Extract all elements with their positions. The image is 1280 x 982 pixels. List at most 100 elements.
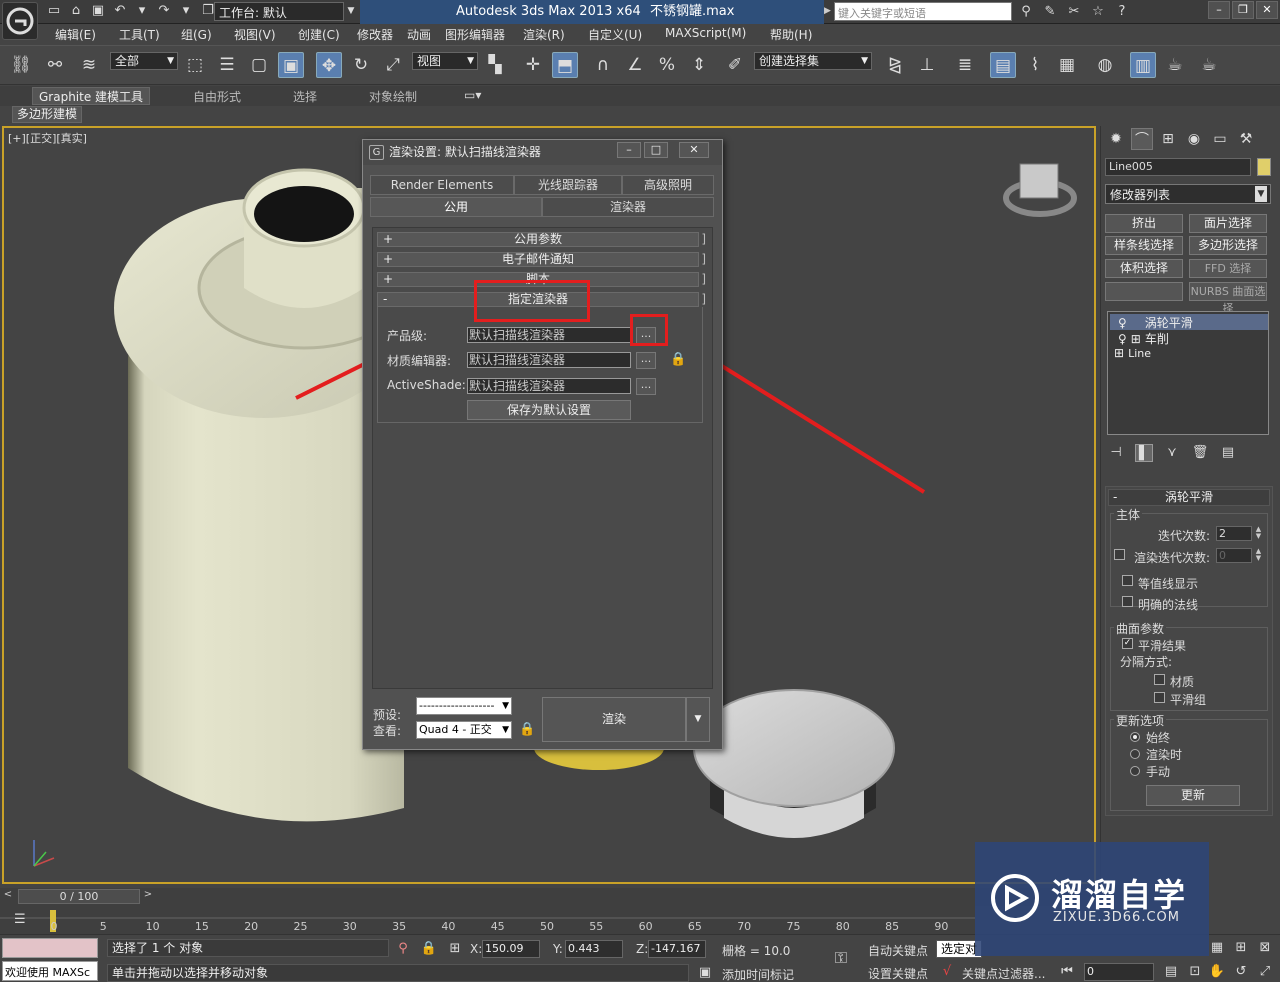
when-rendering-radio[interactable]: [1130, 749, 1140, 759]
set-key-button[interactable]: 设置关键点: [868, 965, 928, 982]
iterations-spinner[interactable]: 2: [1216, 526, 1252, 541]
ref-coord-dropdown[interactable]: 视图 ▼: [412, 52, 478, 70]
keyboard-shortcut-icon[interactable]: ⬒: [552, 52, 578, 78]
key-filters-button[interactable]: 关键点过滤器...: [962, 965, 1045, 982]
ffd-select-button[interactable]: FFD 选择: [1189, 259, 1267, 278]
nurbs-select-button[interactable]: NURBS 曲面选择: [1189, 282, 1267, 315]
rollout-email-notify[interactable]: + 电子邮件通知]: [377, 252, 706, 267]
rendered-frame-icon[interactable]: ☕: [1162, 52, 1188, 78]
time-tag-icon[interactable]: ▣: [696, 964, 714, 982]
prev-frame-icon[interactable]: <: [2, 889, 14, 904]
menu-group[interactable]: 组(G): [181, 26, 212, 43]
search-input[interactable]: 键入关键字或短语: [834, 2, 1012, 21]
lightbulb-icon[interactable]: ♀: [1118, 316, 1127, 330]
undo-dropdown-icon[interactable]: ▾: [134, 3, 150, 19]
help-icon[interactable]: ?: [1112, 3, 1132, 21]
dialog-maximize-icon[interactable]: □: [644, 142, 668, 158]
create-tab-icon[interactable]: ✹: [1105, 128, 1127, 150]
motion-tab-icon[interactable]: ◉: [1183, 128, 1205, 150]
object-color-swatch[interactable]: [1257, 158, 1271, 176]
tab-freeform[interactable]: 自由形式: [193, 88, 241, 105]
stack-item-lathe[interactable]: ♀ ⊞ 车削: [1110, 330, 1268, 346]
graphite-toggle-icon[interactable]: ▤: [990, 52, 1016, 78]
select-move-icon[interactable]: ✥: [316, 52, 342, 78]
modify-tab-icon[interactable]: ⌒: [1131, 128, 1153, 150]
pivot-center-icon[interactable]: ▚: [482, 52, 508, 78]
polygon-modeling-panel[interactable]: 多边形建模: [12, 106, 82, 123]
layer-manager-icon[interactable]: ≣: [952, 52, 978, 78]
zoom-all-icon[interactable]: ⊞: [1232, 939, 1250, 957]
pin-stack-icon[interactable]: ⊣: [1107, 444, 1125, 462]
zoom-extents-icon[interactable]: ⊡: [1186, 963, 1204, 981]
tab-graphite[interactable]: Graphite 建模工具: [32, 87, 151, 105]
preset-dropdown[interactable]: ------------------- ▼: [416, 697, 512, 715]
select-scale-icon[interactable]: ⤢: [380, 52, 406, 78]
dialog-minimize-icon[interactable]: –: [617, 142, 641, 158]
favorites-icon[interactable]: ☆: [1088, 3, 1108, 21]
window-crossing-icon[interactable]: ▣: [278, 52, 304, 78]
always-radio[interactable]: [1130, 732, 1140, 742]
viewcube-icon[interactable]: [1019, 163, 1059, 199]
menu-edit[interactable]: 编辑(E): [55, 26, 96, 43]
maximize-viewport-icon[interactable]: ⤢: [1256, 963, 1274, 981]
stack-item-line[interactable]: ⊞ Line: [1110, 346, 1268, 362]
extrude-button[interactable]: 挤出: [1105, 214, 1183, 233]
isoline-checkbox[interactable]: [1122, 575, 1133, 586]
current-frame-field[interactable]: 0: [1084, 963, 1154, 981]
rollout-common-params[interactable]: + 公用参数]: [377, 232, 706, 247]
close-icon[interactable]: ✕: [1256, 1, 1278, 19]
align-icon[interactable]: ⊥: [914, 52, 940, 78]
spinner-arrows-icon[interactable]: ▲ ▼: [1254, 526, 1263, 541]
absolute-mode-icon[interactable]: ⊞: [446, 940, 464, 958]
tab-advanced-lighting[interactable]: 高级照明: [622, 175, 714, 195]
maxscript-listener-mini[interactable]: [2, 938, 98, 958]
save-icon[interactable]: ▣: [90, 3, 106, 19]
viewport-label[interactable]: [+][正交][真实]: [8, 130, 87, 146]
schematic-view-icon[interactable]: ▦: [1054, 52, 1080, 78]
tab-render-elements[interactable]: Render Elements: [370, 175, 514, 195]
make-unique-icon[interactable]: ⋎: [1163, 444, 1181, 462]
unlink-icon[interactable]: ⚯: [42, 52, 68, 78]
auto-key-button[interactable]: 自动关键点: [868, 942, 928, 959]
pan-icon[interactable]: ✋: [1208, 963, 1226, 981]
communication-icon[interactable]: ✂: [1064, 3, 1084, 21]
choose-material-renderer-button[interactable]: ...: [636, 352, 656, 369]
menu-create[interactable]: 创建(C): [298, 26, 340, 43]
z-coord-field[interactable]: -147.167: [648, 940, 706, 958]
materials-checkbox[interactable]: [1154, 674, 1165, 685]
tab-object-paint[interactable]: 对象绘制: [369, 88, 417, 105]
binoculars-icon[interactable]: ⚲: [1016, 3, 1036, 21]
lid-top[interactable]: [693, 689, 895, 807]
expand-icon[interactable]: ⊞: [1131, 332, 1141, 346]
dialog-title[interactable]: 渲染设置: 默认扫描线渲染器: [363, 140, 722, 165]
configure-sets-icon[interactable]: ▤: [1219, 444, 1237, 462]
select-by-name-icon[interactable]: ☰: [214, 52, 240, 78]
menu-rendering[interactable]: 渲染(R): [523, 26, 565, 43]
orbit-icon[interactable]: ↺: [1232, 963, 1250, 981]
tab-renderer[interactable]: 渲染器: [542, 197, 714, 217]
selection-lock-icon[interactable]: 🔒: [420, 940, 438, 958]
smooth-result-checkbox[interactable]: ✓: [1122, 638, 1133, 649]
tab-selection[interactable]: 选择: [293, 88, 317, 105]
modifier-stack[interactable]: ♀ 涡轮平滑 ♀ ⊞ 车削 ⊞ Line: [1107, 311, 1269, 435]
menu-tools[interactable]: 工具(T): [119, 26, 160, 43]
render-production-icon[interactable]: ☕: [1196, 52, 1222, 78]
view-lock-icon[interactable]: 🔒: [519, 722, 535, 738]
search-expand-icon[interactable]: ▶: [824, 6, 831, 16]
tab-common[interactable]: 公用: [370, 197, 542, 217]
render-iters-spinner[interactable]: 0: [1216, 548, 1252, 563]
add-time-tag[interactable]: 添加时间标记: [722, 966, 794, 982]
save-as-defaults-button[interactable]: 保存为默认设置: [467, 400, 631, 420]
welcome-box[interactable]: 欢迎使用 MAXSc: [2, 961, 98, 981]
menu-views[interactable]: 视图(V): [234, 26, 276, 43]
mirror-icon[interactable]: ⧎: [882, 52, 908, 78]
undo-icon[interactable]: ↶: [112, 3, 128, 19]
workspace-dropdown[interactable]: 工作台: 默认: [214, 2, 344, 21]
expand-icon[interactable]: ⊞: [1114, 346, 1124, 360]
trackbar-menu-icon[interactable]: ☰: [14, 912, 26, 927]
percent-snap-icon[interactable]: %: [654, 52, 680, 78]
restore-icon[interactable]: ❐: [1232, 1, 1254, 19]
next-frame-icon[interactable]: >: [142, 889, 154, 904]
time-config-icon[interactable]: ▤: [1162, 963, 1180, 981]
show-end-result-icon[interactable]: ▌: [1135, 444, 1153, 462]
